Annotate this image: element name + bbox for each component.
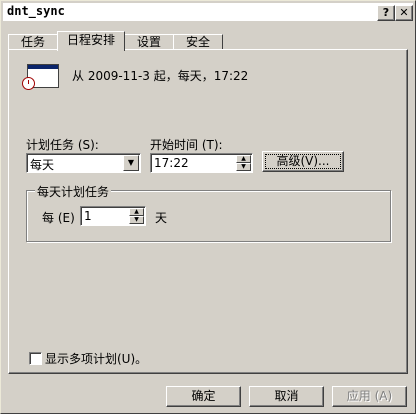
every-input[interactable]: 1 ▲ ▼	[80, 206, 146, 226]
start-time-value: 17:22	[154, 156, 189, 170]
schedule-value: 每天	[30, 158, 55, 172]
start-time-input[interactable]: 17:22 ▲ ▼	[150, 153, 253, 173]
tab-security[interactable]: 安全	[173, 34, 223, 50]
ok-button[interactable]: 确定	[166, 386, 241, 407]
every-label: 每 (E)	[42, 211, 75, 225]
group-title: 每天计划任务	[35, 183, 112, 200]
tab-schedule[interactable]: 日程安排	[57, 31, 125, 51]
show-multiple-label[interactable]: 显示多项计划(U)。	[45, 350, 147, 367]
schedule-summary: 从 2009-11-3 起，每天，17:22	[72, 69, 249, 83]
start-time-label: 开始时间 (T):	[150, 138, 223, 152]
advanced-button[interactable]: 高级(V)...	[262, 151, 344, 172]
every-value: 1	[84, 209, 92, 223]
spin-up-icon[interactable]: ▲	[129, 208, 144, 216]
close-button[interactable]: ✕	[395, 5, 413, 21]
time-spinner[interactable]: ▲ ▼	[236, 155, 251, 171]
apply-button[interactable]: 应用 (A)	[332, 386, 407, 407]
schedule-dropdown[interactable]: 每天 ▼	[26, 153, 141, 173]
tab-task[interactable]: 任务	[8, 34, 58, 50]
schedule-calendar-icon	[22, 64, 59, 90]
dropdown-arrow-icon[interactable]: ▼	[123, 155, 139, 171]
every-spinner[interactable]: ▲ ▼	[129, 208, 144, 224]
spin-down-icon[interactable]: ▼	[129, 216, 144, 224]
title-bar: dnt_sync ? ✕	[3, 3, 413, 21]
day-unit-label: 天	[155, 211, 168, 225]
clock-icon	[22, 77, 35, 90]
spin-up-icon[interactable]: ▲	[236, 155, 251, 163]
tab-settings[interactable]: 设置	[124, 34, 174, 50]
schedule-label: 计划任务 (S):	[26, 138, 99, 152]
show-multiple-checkbox[interactable]	[29, 352, 42, 365]
daily-schedule-group: 每天计划任务 每 (E) 1 ▲ ▼ 天	[26, 183, 391, 242]
cancel-button[interactable]: 取消	[249, 386, 324, 407]
schedule-panel: 从 2009-11-3 起，每天，17:22 计划任务 (S): 每天 ▼ 开始…	[8, 49, 408, 374]
dialog-window: dnt_sync ? ✕ 任务 日程安排 设置 安全 从 2009-11-3 起…	[0, 0, 416, 414]
spin-down-icon[interactable]: ▼	[236, 163, 251, 171]
help-button[interactable]: ?	[377, 5, 395, 21]
window-title: dnt_sync	[7, 4, 65, 18]
